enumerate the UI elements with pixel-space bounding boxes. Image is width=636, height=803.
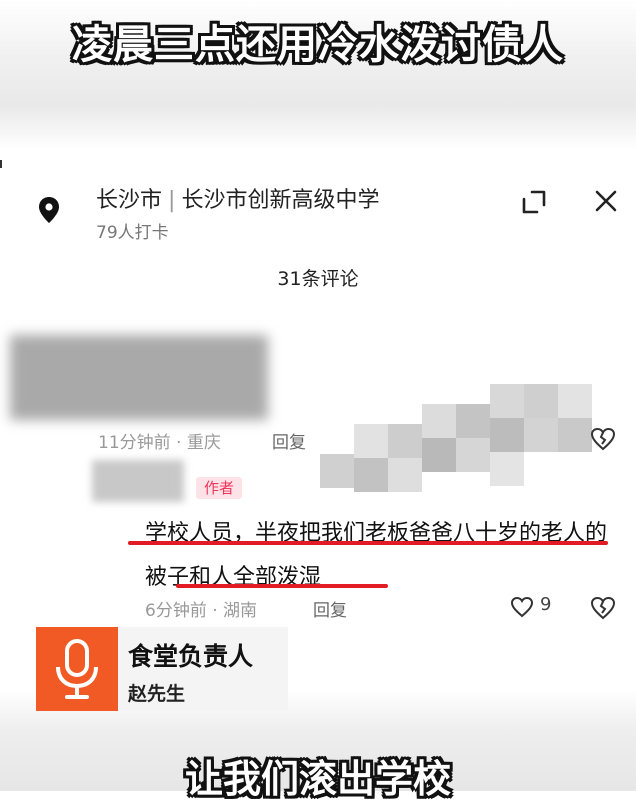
mosaic-censor-block	[320, 384, 610, 494]
like-count: 9	[540, 594, 552, 615]
reply-button[interactable]: 回复	[272, 428, 306, 453]
location-title[interactable]: 长沙市 | 长沙市创新高级中学	[96, 182, 379, 214]
expand-icon[interactable]	[519, 187, 549, 217]
author-badge: 作者	[196, 477, 243, 499]
location-separator: |	[168, 188, 176, 213]
dislike-icon[interactable]	[590, 427, 616, 451]
edge-mark	[0, 160, 8, 168]
highlight-underline	[128, 541, 608, 545]
comment-time-region: 6分钟前 · 湖南	[145, 601, 258, 621]
dislike-icon[interactable]	[590, 596, 616, 620]
location-city: 长沙市	[96, 188, 163, 213]
checkin-count: 79人打卡	[96, 223, 169, 243]
like-heart-icon[interactable]	[510, 596, 534, 618]
location-place: 长沙市创新高级中学	[181, 188, 380, 213]
close-icon[interactable]	[592, 187, 620, 215]
comment-time-region: 11分钟前 · 重庆	[98, 433, 221, 453]
location-pin-icon	[39, 197, 59, 223]
microphone-icon	[56, 639, 98, 699]
speaker-subname: 赵先生	[128, 683, 186, 705]
reply-button[interactable]: 回复	[313, 596, 347, 621]
comments-count-header: 31条评论	[277, 268, 359, 290]
blurred-comment-content	[10, 335, 268, 420]
blurred-username	[92, 460, 184, 502]
speaker-icon-box	[36, 627, 118, 711]
video-headline-caption: 凌晨三点还用冷水泼讨债人	[72, 22, 564, 68]
video-subtitle: 让我们滚出学校	[184, 757, 451, 801]
highlight-underline	[176, 584, 388, 588]
speaker-name: 食堂负责人	[128, 642, 254, 671]
